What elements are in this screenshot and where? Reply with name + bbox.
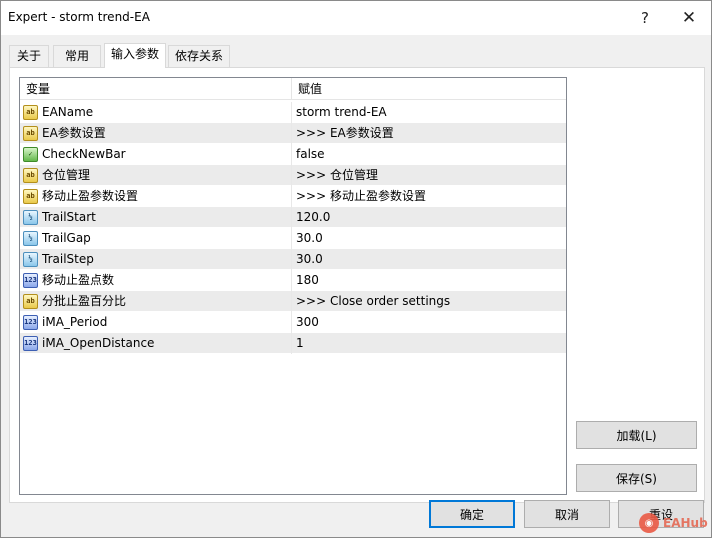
parameter-variable-cell: ½ TrailGap — [20, 228, 292, 249]
close-button[interactable]: ✕ — [669, 5, 709, 31]
close-icon: ✕ — [681, 8, 697, 28]
parameter-value[interactable]: >>> 仓位管理 — [292, 165, 566, 186]
tab-common[interactable]: 常用 — [53, 45, 101, 67]
parameter-name: iMA_OpenDistance — [42, 336, 155, 350]
ok-button[interactable]: 确定 — [429, 500, 515, 528]
bool-icon: ✓ — [23, 147, 38, 162]
parameter-name: 仓位管理 — [42, 168, 91, 182]
parameter-row[interactable]: 123 iMA_OpenDistance 1 — [20, 333, 566, 354]
string-icon: ab — [23, 294, 38, 309]
grid-header: 变量 赋值 — [20, 78, 566, 100]
parameter-row[interactable]: ab EA参数设置 >>> EA参数设置 — [20, 123, 566, 144]
parameter-value[interactable]: 300 — [292, 312, 566, 333]
watermark-text: EAHub — [663, 516, 708, 530]
parameters-grid: 变量 赋值 ab EAName storm trend-EA ab EA参数设置 >>> … — [19, 77, 567, 495]
parameter-value[interactable]: 30.0 — [292, 249, 566, 270]
parameter-row[interactable]: 123 移动止盈点数 180 — [20, 270, 566, 291]
parameter-variable-cell: 123 iMA_Period — [20, 312, 292, 333]
tab-dependencies[interactable]: 依存关系 — [168, 45, 230, 67]
parameter-name: TrailStep — [42, 252, 94, 266]
parameter-variable-cell: ab EA参数设置 — [20, 123, 292, 144]
double-icon: ½ — [23, 252, 38, 267]
column-header-value[interactable]: 赋值 — [292, 78, 566, 100]
watermark: ◉ EAHub — [639, 511, 709, 535]
integer-icon: 123 — [23, 273, 38, 288]
parameter-value[interactable]: 120.0 — [292, 207, 566, 228]
parameter-name: TrailStart — [42, 210, 96, 224]
double-icon: ½ — [23, 231, 38, 246]
parameter-row[interactable]: ab EAName storm trend-EA — [20, 102, 566, 123]
string-icon: ab — [23, 105, 38, 120]
parameter-value[interactable]: 180 — [292, 270, 566, 291]
parameter-variable-cell: ab 移动止盈参数设置 — [20, 186, 292, 207]
string-icon: ab — [23, 168, 38, 183]
tab-about[interactable]: 关于 — [9, 45, 49, 67]
parameter-variable-cell: 123 移动止盈点数 — [20, 270, 292, 291]
parameter-value[interactable]: storm trend-EA — [292, 102, 566, 123]
parameter-value[interactable]: >>> EA参数设置 — [292, 123, 566, 144]
parameter-value[interactable]: false — [292, 144, 566, 165]
eahub-logo-icon: ◉ — [639, 513, 659, 533]
expert-dialog: Expert - storm trend-EA ? ✕ 关于 常用 输入参数 依… — [0, 0, 712, 538]
parameter-name: 移动止盈点数 — [42, 273, 115, 287]
parameter-variable-cell: ab EAName — [20, 102, 292, 123]
parameter-row[interactable]: ab 分批止盈百分比 >>> Close order settings — [20, 291, 566, 312]
parameter-row[interactable]: ab 仓位管理 >>> 仓位管理 — [20, 165, 566, 186]
parameter-row[interactable]: ½ TrailStep 30.0 — [20, 249, 566, 270]
load-button[interactable]: 加载(L) — [576, 421, 697, 449]
help-icon: ? — [641, 9, 649, 27]
parameter-variable-cell: ½ TrailStart — [20, 207, 292, 228]
string-icon: ab — [23, 126, 38, 141]
parameter-row[interactable]: ½ TrailStart 120.0 — [20, 207, 566, 228]
integer-icon: 123 — [23, 315, 38, 330]
integer-icon: 123 — [23, 336, 38, 351]
parameter-value[interactable]: 1 — [292, 333, 566, 354]
string-icon: ab — [23, 189, 38, 204]
parameter-variable-cell: ✓ CheckNewBar — [20, 144, 292, 165]
parameter-row[interactable]: ½ TrailGap 30.0 — [20, 228, 566, 249]
parameter-variable-cell: ½ TrailStep — [20, 249, 292, 270]
parameter-variable-cell: 123 iMA_OpenDistance — [20, 333, 292, 354]
parameter-variable-cell: ab 仓位管理 — [20, 165, 292, 186]
parameter-row[interactable]: ✓ CheckNewBar false — [20, 144, 566, 165]
parameter-name: EA参数设置 — [42, 126, 106, 140]
parameter-value[interactable]: 30.0 — [292, 228, 566, 249]
parameter-value[interactable]: >>> Close order settings — [292, 291, 566, 312]
parameter-row[interactable]: ab 移动止盈参数设置 >>> 移动止盈参数设置 — [20, 186, 566, 207]
parameter-name: iMA_Period — [42, 315, 108, 329]
window-title: Expert - storm trend-EA — [8, 10, 150, 24]
save-button[interactable]: 保存(S) — [576, 464, 697, 492]
parameter-row[interactable]: 123 iMA_Period 300 — [20, 312, 566, 333]
cancel-button[interactable]: 取消 — [524, 500, 610, 528]
parameter-variable-cell: ab 分批止盈百分比 — [20, 291, 292, 312]
parameter-name: TrailGap — [42, 231, 91, 245]
tab-inputs[interactable]: 输入参数 — [104, 43, 166, 68]
parameter-value[interactable]: >>> 移动止盈参数设置 — [292, 186, 566, 207]
parameter-rows: ab EAName storm trend-EA ab EA参数设置 >>> EA参数设置… — [20, 102, 566, 354]
parameter-name: EAName — [42, 105, 94, 119]
title-bar: Expert - storm trend-EA ? ✕ — [1, 1, 711, 35]
help-button[interactable]: ? — [625, 5, 665, 31]
double-icon: ½ — [23, 210, 38, 225]
column-header-variable[interactable]: 变量 — [20, 78, 292, 100]
parameter-name: CheckNewBar — [42, 147, 126, 161]
parameter-name: 分批止盈百分比 — [42, 294, 127, 308]
parameter-name: 移动止盈参数设置 — [42, 189, 139, 203]
